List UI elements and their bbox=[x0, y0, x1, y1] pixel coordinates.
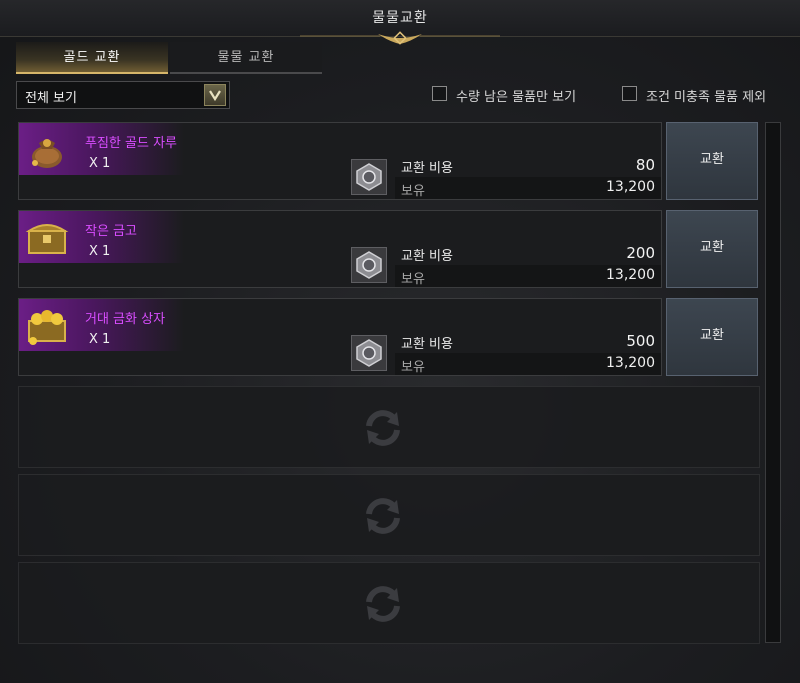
item-quantity: X 1 bbox=[89, 156, 111, 171]
checkbox-remaining-only-label: 수량 남은 물품만 보기 bbox=[456, 90, 577, 105]
list-scrollbar[interactable] bbox=[765, 122, 781, 643]
currency-icon bbox=[351, 247, 387, 283]
small-chest-icon bbox=[25, 224, 69, 254]
list-item: 푸짐한 골드 자루 X 1 교환 비용 80 보유 13,200 bbox=[18, 122, 662, 200]
tab-item-exchange[interactable]: 물물 교환 bbox=[170, 42, 322, 74]
owned-label: 보유 bbox=[401, 184, 425, 199]
item-quantity: X 1 bbox=[89, 244, 111, 259]
empty-slot bbox=[18, 562, 760, 644]
owned-value: 13,200 bbox=[606, 179, 655, 195]
chevron-down-icon[interactable] bbox=[204, 84, 226, 106]
owned-value: 13,200 bbox=[606, 355, 655, 371]
list-item: 작은 금고 X 1 교환 비용 200 보유 13,200 bbox=[18, 210, 662, 288]
item-name: 거대 금화 상자 bbox=[85, 312, 166, 327]
exchange-button[interactable]: 교환 bbox=[666, 298, 758, 376]
cost-panel: 교환 비용 200 보유 13,200 bbox=[395, 241, 661, 287]
currency-icon bbox=[351, 335, 387, 371]
swap-arrows-icon bbox=[366, 498, 400, 534]
item-name: 작은 금고 bbox=[85, 224, 137, 239]
item-name: 푸짐한 골드 자루 bbox=[85, 136, 177, 151]
owned-value: 13,200 bbox=[606, 267, 655, 283]
owned-label: 보유 bbox=[401, 360, 425, 375]
empty-slot bbox=[18, 386, 760, 468]
cost-label: 교환 비용 bbox=[401, 249, 453, 264]
filter-dropdown[interactable]: 전체 보기 bbox=[16, 81, 230, 109]
title-ornament-icon bbox=[300, 31, 500, 45]
window-title: 물물교환 bbox=[372, 10, 428, 26]
title-bar[interactable]: 물물교환 bbox=[0, 0, 800, 45]
item-quantity: X 1 bbox=[89, 332, 111, 347]
checkbox-remaining-only-box[interactable] bbox=[432, 86, 447, 101]
list-item: 거대 금화 상자 X 1 교환 비용 500 보유 13,200 bbox=[18, 298, 662, 376]
cost-value: 80 bbox=[635, 156, 655, 174]
gold-coin-chest-icon bbox=[28, 310, 66, 345]
cost-label: 교환 비용 bbox=[401, 337, 453, 352]
gold-pouch-icon bbox=[32, 139, 62, 168]
empty-slot bbox=[18, 474, 760, 556]
cost-panel: 교환 비용 80 보유 13,200 bbox=[395, 153, 661, 199]
swap-arrows-icon bbox=[366, 410, 400, 446]
swap-arrows-icon bbox=[366, 586, 400, 622]
owned-label: 보유 bbox=[401, 272, 425, 287]
currency-icon bbox=[351, 159, 387, 195]
tab-gold-exchange[interactable]: 골드 교환 bbox=[16, 42, 168, 74]
filter-selected: 전체 보기 bbox=[25, 91, 77, 106]
exchange-button[interactable]: 교환 bbox=[666, 210, 758, 288]
checkbox-exclude-unmet-label: 조건 미충족 물품 제외 bbox=[646, 90, 767, 105]
checkbox-exclude-unmet-box[interactable] bbox=[622, 86, 637, 101]
exchange-button[interactable]: 교환 bbox=[666, 122, 758, 200]
cost-value: 500 bbox=[626, 332, 655, 350]
barter-window: 물물교환 골드 교환 물물 교환 전체 보기 수량 남은 물품만 보기 조건 미… bbox=[0, 0, 800, 683]
cost-panel: 교환 비용 500 보유 13,200 bbox=[395, 329, 661, 375]
cost-label: 교환 비용 bbox=[401, 161, 453, 176]
cost-value: 200 bbox=[626, 244, 655, 262]
